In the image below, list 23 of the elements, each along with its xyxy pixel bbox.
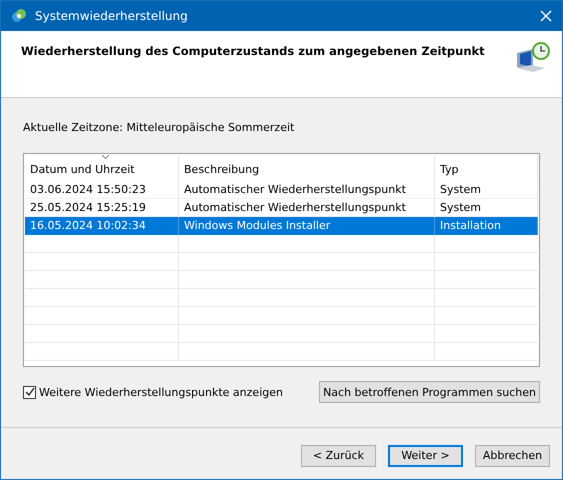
dialog-button[interactable]: Abbrechen: [475, 444, 550, 466]
table-cell: System: [435, 181, 538, 199]
window-title: Systemwiederherstellung: [35, 9, 189, 23]
column-header[interactable]: Datum und Uhrzeit: [25, 155, 179, 181]
table-cell: Installation: [435, 217, 538, 235]
table-cell: Windows Modules Installer: [179, 217, 435, 235]
check-icon: [24, 387, 34, 397]
column-header[interactable]: Beschreibung: [179, 155, 435, 181]
show-more-checkbox[interactable]: Weitere Wiederherstellungspunkte anzeigen: [23, 386, 283, 398]
app-icon: [11, 8, 27, 24]
table-cell: Automatischer Wiederherstellungspunkt: [179, 181, 435, 199]
timezone-label: Aktuelle Zeitzone: Mitteleuropäische Sommerzeit: [23, 121, 296, 134]
column-header[interactable]: Typ: [435, 155, 538, 181]
scan-programs-button[interactable]: Nach betroffenen Programmen suchen: [319, 381, 540, 403]
table-row[interactable]: 03.06.2024 15:50:23 Automatischer Wiederherstellungspunkt System: [25, 181, 538, 199]
page-heading: Wiederherstellung des Computerzustands zum angegebenen Zeitpunkt: [21, 44, 485, 60]
table-row[interactable]: 16.05.2024 10:02:34 Windows Modules Installer Installation: [25, 217, 538, 235]
table-cell: 16.05.2024 10:02:34: [25, 217, 179, 235]
dialog-button[interactable]: Weiter >: [388, 444, 463, 466]
sort-caret-icon: [102, 155, 109, 159]
table-cell: 03.06.2024 15:50:23: [25, 181, 179, 199]
dialog-button[interactable]: < Zurück: [301, 444, 376, 466]
close-icon[interactable]: [540, 10, 552, 22]
